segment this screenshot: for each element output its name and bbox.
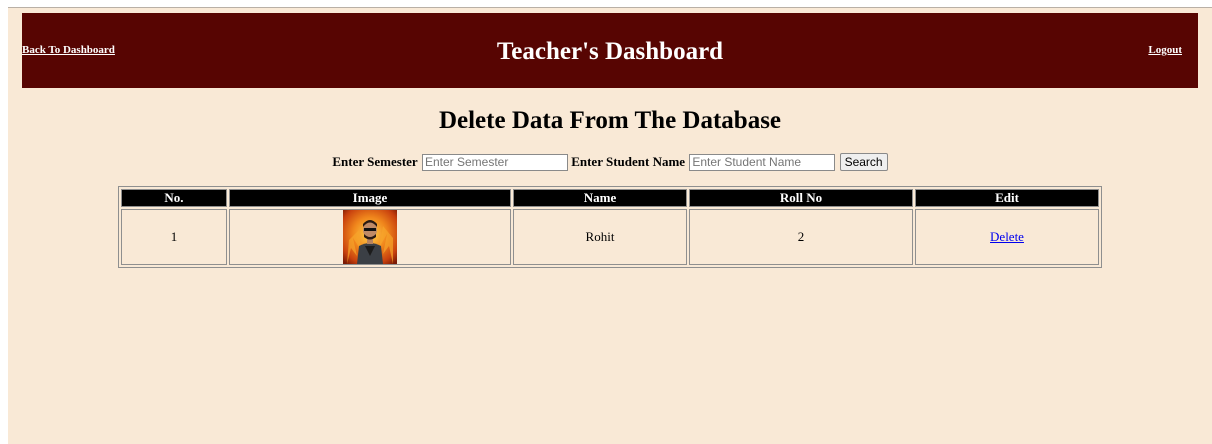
column-header-no: No. [121, 189, 227, 207]
delete-link[interactable]: Delete [990, 229, 1024, 244]
student-name: Rohit [513, 209, 687, 265]
search-form: Enter Semester Enter Student Name Search [8, 153, 1212, 172]
table-row: 1 Rohit 2 Delete [121, 209, 1099, 265]
column-header-edit: Edit [915, 189, 1099, 207]
student-photo [343, 210, 397, 264]
column-header-roll-no: Roll No [689, 189, 913, 207]
search-button[interactable]: Search [839, 153, 888, 172]
semester-label: Enter Semester [332, 154, 418, 170]
semester-input[interactable] [421, 153, 568, 171]
roll-number: 2 [689, 209, 913, 265]
column-header-name: Name [513, 189, 687, 207]
edit-cell: Delete [915, 209, 1099, 265]
header-bar: Back To Dashboard Teacher's Dashboard Lo… [22, 13, 1198, 88]
column-header-image: Image [229, 189, 511, 207]
students-table: No. Image Name Roll No Edit 1 Rohit 2 De… [118, 186, 1102, 268]
student-image-cell [229, 209, 511, 265]
page-title: Delete Data From The Database [438, 107, 782, 134]
logout-link[interactable]: Logout [1148, 44, 1182, 56]
student-name-label: Enter Student Name [571, 154, 686, 170]
table-header-row: No. Image Name Roll No Edit [121, 189, 1099, 207]
student-name-input[interactable] [689, 153, 836, 171]
header-title: Teacher's Dashboard [496, 38, 724, 65]
row-number: 1 [121, 209, 227, 265]
page: Back To Dashboard Teacher's Dashboard Lo… [8, 7, 1212, 444]
